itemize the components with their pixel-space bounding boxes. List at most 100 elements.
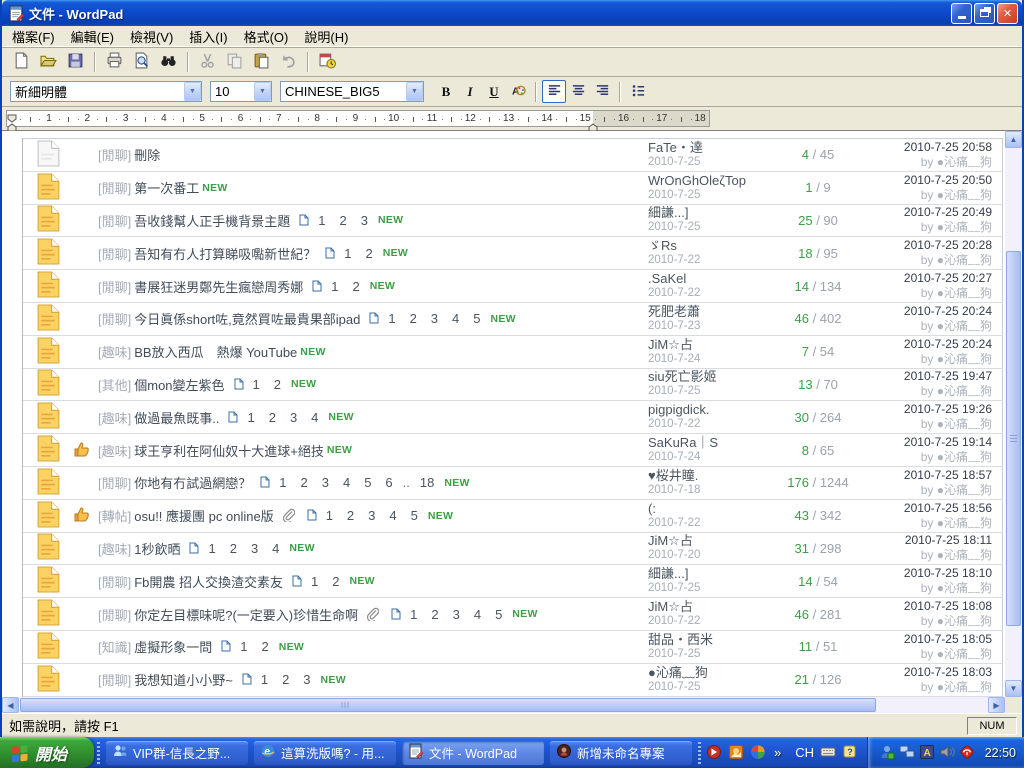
last-post-author[interactable]: by ●沁痛﹏狗 (863, 614, 992, 629)
last-post-time[interactable]: 2010-7-25 20:28 (863, 238, 992, 253)
author-link[interactable]: siu死亡影姬 (648, 369, 773, 384)
page-link[interactable]: 4 (343, 475, 350, 490)
menu-insert[interactable]: 插入(I) (181, 25, 235, 48)
thread-row[interactable]: [趣味]球王亨利在阿仙奴十大進球+絕技NEWSaKuRa｜S2010-7-248… (23, 434, 1002, 467)
page-link[interactable]: 2 (269, 410, 276, 425)
last-post-author[interactable]: by ●沁痛﹏狗 (863, 548, 992, 563)
last-post-time[interactable]: 2010-7-25 20:24 (863, 337, 992, 352)
page-link[interactable]: 1 (331, 279, 338, 294)
picture-icon[interactable] (728, 744, 746, 762)
page-link[interactable]: 1 (326, 508, 333, 523)
thread-title-link[interactable]: 我想知道小小野~ (134, 670, 233, 689)
last-post-author[interactable]: by ●沁痛﹏狗 (863, 581, 992, 596)
page-link[interactable]: 2 (230, 541, 237, 556)
last-post-time[interactable]: 2010-7-25 18:05 (863, 632, 992, 647)
last-post-time[interactable]: 2010-7-25 20:27 (863, 271, 992, 286)
author-link[interactable]: 細謙...] (648, 566, 773, 581)
toolbar-grip[interactable] (698, 742, 701, 764)
page-link[interactable]: 3 (290, 410, 297, 425)
taskbar-button-wordpad[interactable]: 文件 - WordPad (402, 741, 544, 765)
page-link[interactable]: 4 (474, 607, 481, 622)
author-link[interactable]: ゞRs (648, 238, 773, 253)
page-link[interactable]: 4 (311, 410, 318, 425)
font-color-button[interactable]: A (506, 80, 530, 103)
thread-title-link[interactable]: 你定左目標味呢?(一定要入)珍惜生命啊 (134, 605, 358, 624)
page-link[interactable]: 3 (453, 607, 460, 622)
last-post-time[interactable]: 2010-7-25 18:57 (863, 468, 992, 483)
page-link[interactable]: 2 (332, 574, 339, 589)
last-post-author[interactable]: by ●沁痛﹏狗 (863, 352, 992, 367)
author-link[interactable]: WrOnGhOleζTop (648, 173, 773, 188)
thread-row[interactable]: [閒聊]吾收錢幫人正手機背景主題123NEW細謙...]2010-7-2525 … (23, 205, 1002, 238)
thread-row[interactable]: [閒聊]今日眞係short咗,竟然買咗最貴果部ipad12345NEW死肥老蕭2… (23, 303, 1002, 336)
page-link[interactable]: 3 (368, 508, 375, 523)
last-post-author[interactable]: by ●沁痛﹏狗 (863, 647, 992, 662)
help-icon[interactable]: ? (842, 744, 860, 762)
page-link[interactable]: 4 (272, 541, 279, 556)
start-button[interactable]: 開始 (0, 737, 94, 768)
page-link[interactable]: 2 (431, 607, 438, 622)
thread-title-link[interactable]: 吾收錢幫人正手機背景主題 (134, 211, 290, 230)
last-post-author[interactable]: by ●沁痛﹏狗 (863, 253, 992, 268)
thread-row[interactable]: [閒聊]你地有冇試過網戀？123456..18NEW♥桜井瞳.2010-7-18… (23, 467, 1002, 500)
menu-format[interactable]: 格式(O) (236, 25, 297, 48)
page-link[interactable]: 1 (344, 246, 351, 261)
last-post-author[interactable]: by ●沁痛﹏狗 (863, 220, 992, 235)
page-link[interactable]: 4 (452, 311, 459, 326)
horizontal-scrollbar[interactable]: ◀ ▶ (2, 697, 1005, 713)
page-link[interactable]: 1 (208, 541, 215, 556)
restore-button[interactable] (974, 3, 995, 24)
italic-button[interactable]: I (458, 80, 482, 103)
page-link[interactable]: 2 (410, 311, 417, 326)
chevron-down-icon[interactable]: ▼ (184, 82, 201, 101)
thread-row[interactable]: [閒聊]第一次番工NEWWrOnGhOleζTop2010-7-251 / 92… (23, 172, 1002, 205)
align-left-button[interactable] (542, 80, 566, 103)
page-link[interactable]: 4 (389, 508, 396, 523)
thread-row[interactable]: [閒聊]吾知有冇人打算睇吸嚸新世紀？12NEWゞRs2010-7-2218 / … (23, 237, 1002, 270)
page-link[interactable]: 2 (282, 672, 289, 687)
page-link[interactable]: 2 (352, 279, 359, 294)
page-link[interactable]: 6 (385, 475, 392, 490)
avira-icon[interactable] (959, 744, 976, 761)
last-post-time[interactable]: 2010-7-25 18:10 (863, 566, 992, 581)
thread-row[interactable]: [趣味]做過最魚既事..1234NEWpigpigdick.2010-7-223… (23, 401, 1002, 434)
author-link[interactable]: .SaKel (648, 271, 773, 286)
last-post-time[interactable]: 2010-7-25 20:24 (863, 304, 992, 319)
menu-edit[interactable]: 編輯(E) (63, 25, 122, 48)
chevron-down-icon[interactable]: ▼ (254, 82, 271, 101)
last-post-time[interactable]: 2010-7-25 20:58 (863, 140, 992, 155)
right-indent-marker[interactable] (588, 119, 598, 128)
page-link[interactable]: 1 (318, 213, 325, 228)
underline-button[interactable]: U (482, 80, 506, 103)
thread-row[interactable]: [知識]虛擬形象一問12NEW甜品・西米2010-7-2511 / 512010… (23, 631, 1002, 664)
last-post-author[interactable]: by ●沁痛﹏狗 (863, 516, 992, 531)
charset-combo[interactable]: CHINESE_BIG5 ▼ (280, 81, 424, 102)
last-post-author[interactable]: by ●沁痛﹏狗 (863, 319, 992, 334)
last-post-author[interactable]: by ●沁痛﹏狗 (863, 483, 992, 498)
last-post-time[interactable]: 2010-7-25 18:11 (863, 533, 992, 548)
author-link[interactable]: 甜品・西米 (648, 632, 773, 647)
page-link[interactable]: 3 (361, 213, 368, 228)
user-icon[interactable] (879, 744, 896, 761)
page-link[interactable]: 1 (388, 311, 395, 326)
font-size-combo[interactable]: 10 ▼ (210, 81, 272, 102)
author-link[interactable]: (: (648, 501, 773, 516)
print-button[interactable] (102, 50, 127, 74)
thread-title-link[interactable]: Fb開農 招人交換渣交素友 (134, 572, 283, 591)
page-link[interactable]: 1 (410, 607, 417, 622)
new-button[interactable] (9, 50, 34, 74)
last-post-time[interactable]: 2010-7-25 19:47 (863, 369, 992, 384)
author-link[interactable]: JiM☆占 (648, 533, 773, 548)
chevron-down-icon[interactable]: ▼ (406, 82, 423, 101)
last-post-time[interactable]: 2010-7-25 19:14 (863, 435, 992, 450)
wmp-icon[interactable] (750, 744, 768, 762)
thread-row[interactable]: [閒聊]刪除FaTe・達2010-7-254 / 452010-7-25 20:… (23, 139, 1002, 172)
thread-row[interactable]: [閒聊]書展狂迷男鄭先生瘋戀周秀娜12NEW.SaKel2010-7-2214 … (23, 270, 1002, 303)
scroll-up-button[interactable]: ▲ (1005, 131, 1022, 148)
taskbar-button-[interactable]: 新增未命名專案 (550, 741, 692, 765)
page-link[interactable]: 1 (279, 475, 286, 490)
page-link[interactable]: 1 (247, 410, 254, 425)
page-link[interactable]: 1 (253, 377, 260, 392)
menu-file[interactable]: 檔案(F) (4, 25, 63, 48)
scroll-down-button[interactable]: ▼ (1005, 680, 1022, 697)
